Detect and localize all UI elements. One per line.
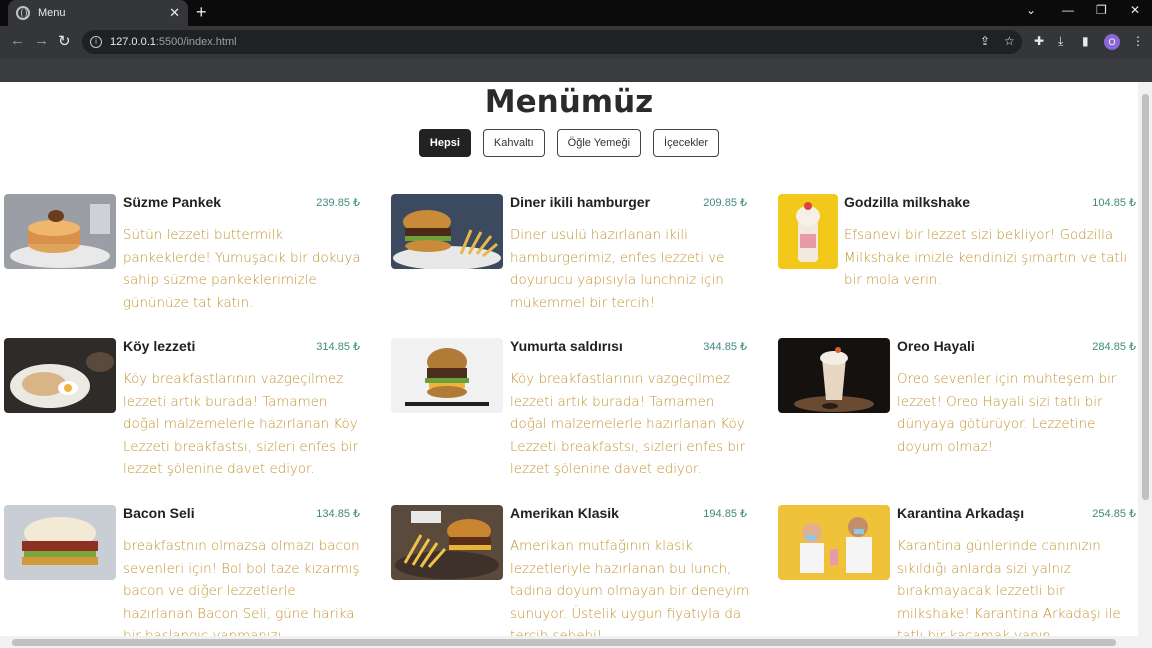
- mouse-cursor: [1056, 343, 1062, 353]
- menu-item: Süzme Pankek 239.85 ₺ Sütün lezzeti butt…: [4, 194, 364, 324]
- item-price: 209.85 ₺: [703, 197, 747, 209]
- item-name: Yumurta saldırısı: [510, 338, 623, 354]
- close-window-button[interactable]: ✕: [1130, 3, 1140, 17]
- forward-icon[interactable]: →: [34, 32, 49, 49]
- item-name: Süzme Pankek: [123, 194, 222, 210]
- menu-item: Diner ikili hamburger 209.85 ₺ Diner usu…: [391, 194, 751, 324]
- tab-strip: Menu ✕ + ⌄ — ❐ ✕: [0, 0, 1152, 26]
- vertical-scroll-thumb[interactable]: [1142, 94, 1149, 500]
- item-description: Karantina günlerinde canınızın sıkıldığı…: [897, 539, 1121, 636]
- item-price: 104.85 ₺: [1092, 197, 1136, 209]
- item-price: 194.85 ₺: [703, 508, 747, 520]
- address-bar[interactable]: i 127.0.0.1 :5500/index.html: [82, 30, 1022, 54]
- item-description: Oreo sevenler için muhteşem bir lezzet! …: [897, 372, 1117, 455]
- menu-item: Amerikan Klasik 194.85 ₺ Amerikan mutfağ…: [391, 505, 751, 636]
- item-description: Efsanevi bir lezzet sizi bekliyor! Godzi…: [844, 228, 1128, 288]
- filter-button-drinks[interactable]: İçecekler: [653, 129, 720, 157]
- back-icon[interactable]: ←: [10, 32, 25, 49]
- bacon-sandwich-photo: [4, 505, 116, 580]
- item-price: 254.85 ₺: [1092, 508, 1136, 520]
- item-description: breakfastnın olmazsa olmazı bacon sevenl…: [123, 539, 360, 636]
- item-name: Bacon Seli: [123, 505, 195, 521]
- browser-tab[interactable]: Menu ✕: [8, 0, 188, 26]
- hamburger-photo: [391, 194, 503, 269]
- reload-icon[interactable]: ↻: [58, 32, 71, 50]
- item-description: Köy breakfastlarının vazgeçilmez lezzeti…: [123, 372, 359, 477]
- menu-item: Yumurta saldırısı 344.85 ₺ Köy breakfast…: [391, 338, 751, 488]
- pancake-photo: [4, 194, 116, 269]
- item-price: 134.85 ₺: [316, 508, 360, 520]
- menu-item: Bacon Seli 134.85 ₺ breakfastnın olmazsa…: [4, 505, 364, 636]
- filter-button-lunch[interactable]: Öğle Yemeği: [556, 129, 642, 157]
- item-name: Oreo Hayali: [897, 338, 975, 354]
- filter-button-breakfast[interactable]: Kahvaltı: [482, 129, 545, 157]
- item-description: Sütün lezzeti buttermilk pankeklerde! Yu…: [123, 228, 361, 311]
- horizontal-scrollbar[interactable]: [0, 636, 1138, 648]
- download-icon[interactable]: ⤓: [1058, 34, 1063, 49]
- american-classic-photo: [391, 505, 503, 580]
- item-name: Karantina Arkadaşı: [897, 505, 1025, 521]
- menu-page: Menümüz Hepsi Kahvaltı Öğle Yemeği İçece…: [0, 82, 1138, 636]
- menu-item: Oreo Hayali 284.85 ₺ Oreo sevenler için …: [778, 338, 1138, 488]
- vertical-scrollbar[interactable]: [1138, 82, 1152, 648]
- village-breakfast-photo: [4, 338, 116, 413]
- egg-burger-photo: [391, 338, 503, 413]
- item-price: 344.85 ₺: [703, 341, 747, 353]
- side-panel-icon[interactable]: ▮: [1082, 34, 1089, 48]
- close-tab-icon[interactable]: ✕: [169, 5, 180, 21]
- globe-icon: [16, 6, 30, 20]
- tab-title: Menu: [38, 7, 66, 19]
- menu-icon[interactable]: ⋮: [1132, 34, 1144, 48]
- bookmarks-bar: [0, 58, 1152, 82]
- oreo-shake-photo: [778, 338, 890, 413]
- url-host: 127.0.0.1: [110, 36, 156, 48]
- bookmark-star-icon[interactable]: ☆: [1004, 34, 1015, 48]
- item-description: Diner usulü hazırlanan ikili hamburgerim…: [510, 228, 725, 311]
- maximize-button[interactable]: ❐: [1096, 3, 1107, 17]
- item-name: Diner ikili hamburger: [510, 194, 651, 210]
- minimize-button[interactable]: —: [1062, 3, 1074, 17]
- item-price: 284.85 ₺: [1092, 341, 1136, 353]
- menu-item: Köy lezzeti 314.85 ₺ Köy breakfastlarını…: [4, 338, 364, 488]
- menu-item: Godzilla milkshake 104.85 ₺ Efsanevi bir…: [778, 194, 1138, 324]
- browser-toolbar: ← → ↻ i 127.0.0.1 :5500/index.html ⇪ ☆ ✚…: [0, 26, 1152, 58]
- profile-avatar[interactable]: O: [1104, 34, 1120, 50]
- menu-item: Karantina Arkadaşı 254.85 ₺ Karantina gü…: [778, 505, 1138, 636]
- page-title: Menümüz: [484, 84, 654, 120]
- site-info-icon[interactable]: i: [90, 36, 102, 48]
- item-price: 314.85 ₺: [316, 341, 360, 353]
- tab-search-icon[interactable]: ⌄: [1026, 3, 1036, 17]
- extensions-icon[interactable]: ✚: [1034, 34, 1044, 48]
- quarantine-shake-photo: [778, 505, 890, 580]
- item-name: Köy lezzeti: [123, 338, 196, 354]
- url-path: :5500/index.html: [155, 36, 237, 48]
- item-name: Godzilla milkshake: [844, 194, 971, 210]
- share-icon[interactable]: ⇪: [980, 34, 990, 48]
- item-price: 239.85 ₺: [316, 197, 360, 209]
- item-name: Amerikan Klasik: [510, 505, 619, 521]
- new-tab-button[interactable]: +: [196, 2, 207, 22]
- horizontal-scroll-thumb[interactable]: [12, 639, 1116, 646]
- category-filters: Hepsi Kahvaltı Öğle Yemeği İçecekler: [0, 129, 1138, 157]
- item-description: Amerikan mutfağının klasik lezzetleriyle…: [510, 539, 750, 636]
- filter-button-all[interactable]: Hepsi: [418, 129, 471, 157]
- item-description: Köy breakfastlarının vazgeçilmez lezzeti…: [510, 372, 746, 477]
- milkshake-photo: [778, 194, 838, 269]
